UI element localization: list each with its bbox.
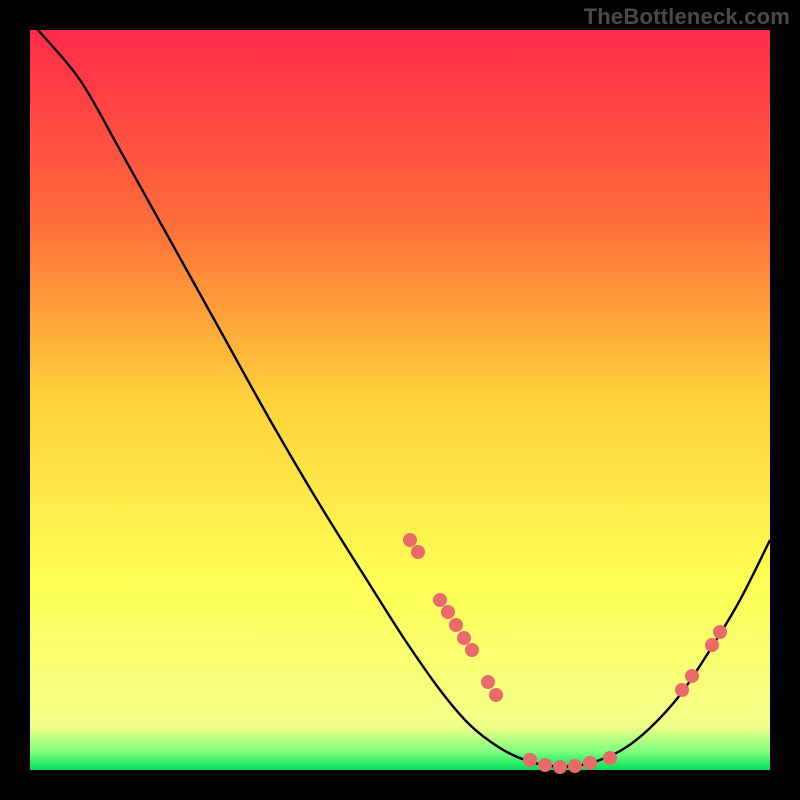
data-point (523, 753, 537, 767)
data-point (449, 618, 463, 632)
data-point (411, 545, 425, 559)
data-point (538, 758, 552, 772)
data-point (403, 533, 417, 547)
data-point (457, 631, 471, 645)
data-point (568, 759, 582, 773)
data-point (553, 760, 567, 774)
data-point (713, 625, 727, 639)
bottleneck-chart (0, 0, 800, 800)
data-point (489, 688, 503, 702)
data-point (465, 643, 479, 657)
chart-container: TheBottleneck.com (0, 0, 800, 800)
data-point (675, 683, 689, 697)
data-point (583, 756, 597, 770)
data-point (481, 675, 495, 689)
data-point (705, 638, 719, 652)
plot-background (30, 30, 770, 770)
watermark-text: TheBottleneck.com (584, 4, 790, 30)
data-point (685, 669, 699, 683)
data-point (433, 593, 447, 607)
data-point (441, 605, 455, 619)
data-point (603, 751, 617, 765)
